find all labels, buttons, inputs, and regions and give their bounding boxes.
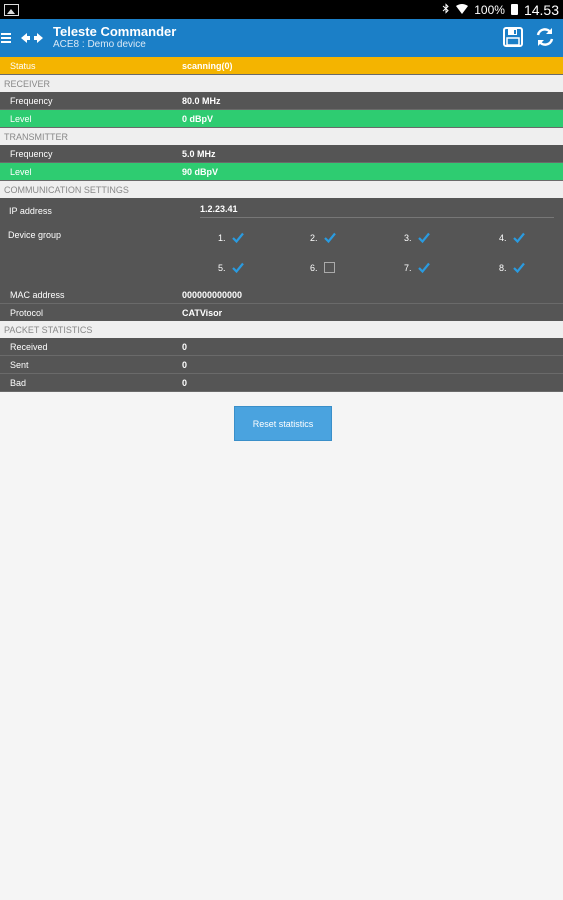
status-label: Status <box>10 60 36 71</box>
ip-address-label: IP address <box>9 206 52 216</box>
receiver-level-row: Level 0 dBpV <box>0 110 563 128</box>
sent-value: 0 <box>182 359 188 370</box>
device-group-number: 1. <box>218 233 226 243</box>
transmitter-header: TRANSMITTER <box>0 128 563 145</box>
battery-icon <box>510 4 518 15</box>
checkbox-checked-icon[interactable] <box>323 232 336 244</box>
app-title: Teleste Commander <box>53 24 177 39</box>
device-group-item[interactable]: 1. <box>218 232 244 244</box>
device-group-number: 5. <box>218 263 226 273</box>
save-icon[interactable] <box>503 27 523 47</box>
checkbox-checked-icon[interactable] <box>231 232 244 244</box>
device-group-number: 8. <box>499 263 507 273</box>
reset-statistics-button[interactable]: Reset statistics <box>234 406 332 441</box>
sent-label: Sent <box>10 359 29 370</box>
device-group-item[interactable]: 5. <box>218 262 244 274</box>
device-group-number: 7. <box>404 263 412 273</box>
clock: 14.53 <box>523 1 559 18</box>
checkbox-checked-icon[interactable] <box>417 262 430 274</box>
received-value: 0 <box>182 341 188 352</box>
device-group-item[interactable]: 6. <box>310 262 335 273</box>
checkbox-unchecked-icon[interactable] <box>323 262 335 273</box>
battery-text: 100% <box>474 2 505 17</box>
ip-address-field[interactable]: 1.2.23.41 <box>200 204 554 218</box>
status-row: Status scanning(0) <box>0 57 563 75</box>
received-label: Received <box>10 341 48 352</box>
transmitter-frequency-value: 5.0 MHz <box>182 148 216 159</box>
mac-address-row: MAC address 000000000000 <box>0 286 563 304</box>
checkbox-checked-icon[interactable] <box>231 262 244 274</box>
communication-settings-block: IP address 1.2.23.41 Device group 1. 2. 3.… <box>0 198 563 321</box>
receiver-level-value: 0 dBpV <box>182 113 214 124</box>
transmitter-level-label: Level <box>10 166 32 177</box>
image-notification-icon <box>4 3 19 16</box>
device-group-number: 3. <box>404 233 412 243</box>
protocol-value: CATVisor <box>182 307 223 318</box>
device-subtitle: ACE8 : Demo device <box>53 39 146 50</box>
device-group-number: 4. <box>499 233 507 243</box>
communication-settings-header: COMMUNICATION SETTINGS <box>0 181 563 198</box>
transmitter-frequency-row[interactable]: Frequency 5.0 MHz <box>0 145 563 163</box>
receiver-frequency-row[interactable]: Frequency 80.0 MHz <box>0 92 563 110</box>
checkbox-checked-icon[interactable] <box>512 262 525 274</box>
system-status-bar: 100% 14.53 <box>0 0 563 19</box>
bluetooth-icon <box>442 2 450 17</box>
refresh-icon[interactable] <box>535 27 555 47</box>
device-group-item[interactable]: 3. <box>404 232 430 244</box>
status-value: scanning(0) <box>182 60 233 71</box>
app-logo-icon <box>21 30 43 46</box>
device-group: Device group 1. 2. 3. 4. 5. 6. 7. 8. <box>0 224 563 286</box>
bad-value: 0 <box>182 377 188 388</box>
device-group-item[interactable]: 7. <box>404 262 430 274</box>
transmitter-level-value: 90 dBpV <box>182 166 219 177</box>
receiver-header: RECEIVER <box>0 75 563 92</box>
bad-row: Bad 0 <box>0 374 563 392</box>
device-group-item[interactable]: 4. <box>499 232 525 244</box>
protocol-label: Protocol <box>10 307 44 318</box>
device-group-item[interactable]: 2. <box>310 232 336 244</box>
device-group-number: 2. <box>310 233 318 243</box>
device-group-item[interactable]: 8. <box>499 262 525 274</box>
protocol-row[interactable]: Protocol CATVisor <box>0 304 563 321</box>
device-group-label: Device group <box>8 230 62 240</box>
ip-address-row: IP address 1.2.23.41 <box>0 198 563 224</box>
mac-address-label: MAC address <box>10 289 65 300</box>
transmitter-frequency-label: Frequency <box>10 148 53 159</box>
checkbox-checked-icon[interactable] <box>417 232 430 244</box>
transmitter-level-row: Level 90 dBpV <box>0 163 563 181</box>
menu-icon[interactable] <box>1 33 11 43</box>
app-bar: Teleste Commander ACE8 : Demo device <box>0 19 563 57</box>
receiver-frequency-label: Frequency <box>10 95 53 106</box>
bad-label: Bad <box>10 377 27 388</box>
wifi-icon <box>456 3 469 17</box>
sent-row: Sent 0 <box>0 356 563 374</box>
receiver-level-label: Level <box>10 113 32 124</box>
packet-statistics-header: PACKET STATISTICS <box>0 321 563 338</box>
received-row: Received 0 <box>0 338 563 356</box>
mac-address-value: 000000000000 <box>182 289 243 300</box>
receiver-frequency-value: 80.0 MHz <box>182 95 221 106</box>
checkbox-checked-icon[interactable] <box>512 232 525 244</box>
device-group-number: 6. <box>310 262 318 273</box>
